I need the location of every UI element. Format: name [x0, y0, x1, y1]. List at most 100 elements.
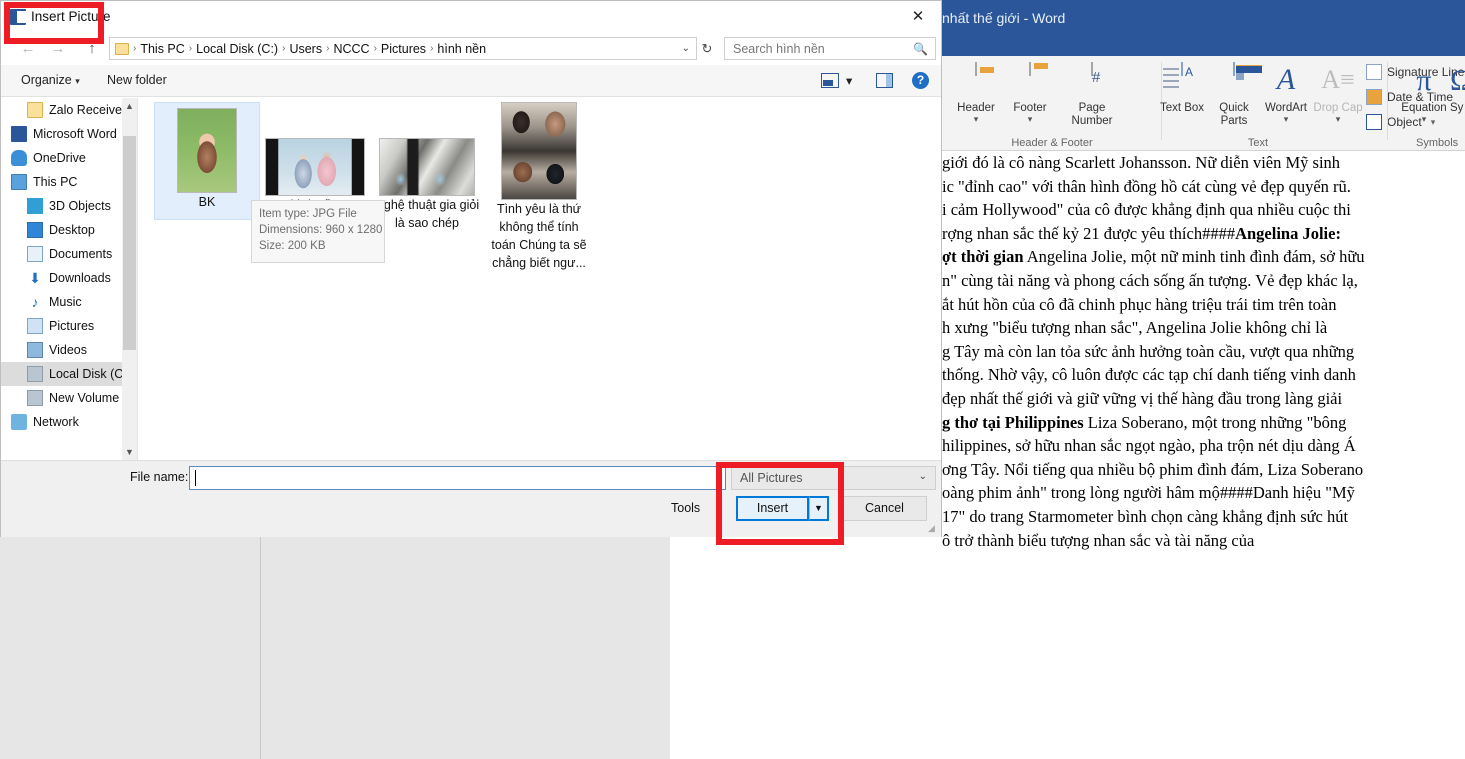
- chevron-down-icon[interactable]: ▾: [846, 73, 852, 88]
- sidebar-item-microsoft-word[interactable]: Microsoft Word: [1, 122, 137, 146]
- chevron-down-icon[interactable]: ▾: [1396, 115, 1452, 124]
- insert-button-highlight: [716, 462, 844, 545]
- file-item-tinh-yeu[interactable]: Tình yêu là thứ không thể tính toán Chún…: [486, 102, 592, 272]
- ribbon-button-wordart[interactable]: A WordArt ▾: [1260, 61, 1312, 124]
- sidebar-item-videos[interactable]: Videos: [1, 338, 137, 362]
- file-item-nghe-thuat-gia[interactable]: Nghệ thuật gia giỏi là sao chép: [374, 138, 480, 232]
- header-icon: [950, 62, 1002, 99]
- scroll-up-icon[interactable]: ▲: [122, 98, 137, 114]
- navigation-pane-scrollbar[interactable]: ▲ ▼: [122, 98, 137, 460]
- sidebar-item-label: Videos: [49, 343, 87, 357]
- scroll-down-icon[interactable]: ▼: [122, 444, 137, 460]
- doc-line: đẹp nhất thế giới và giữ vững vị thế hàn…: [942, 388, 1343, 408]
- equation-icon: π: [1416, 64, 1432, 97]
- file-item-bk[interactable]: BK: [154, 102, 260, 220]
- file-name: Nghệ thuật gia giỏi là sao chép: [374, 198, 480, 230]
- close-icon[interactable]: ✕: [895, 1, 941, 32]
- organize-button[interactable]: Organize ▾: [21, 73, 80, 87]
- sidebar-item-this-pc[interactable]: This PC: [1, 170, 137, 194]
- chevron-down-icon[interactable]: ▾: [1260, 115, 1312, 124]
- breadcrumb-item-local-disk[interactable]: Local Disk (C:): [193, 42, 281, 56]
- word-page-area: [0, 527, 670, 759]
- chevron-down-icon[interactable]: ⌄: [682, 43, 690, 54]
- doc-line: rợng nhan sắc thế kỷ 21 được yêu thích##…: [942, 223, 1341, 243]
- cancel-button[interactable]: Cancel: [842, 496, 927, 521]
- ribbon-button-drop-cap[interactable]: A≡ Drop Cap ▾: [1312, 61, 1364, 124]
- help-icon[interactable]: ?: [912, 72, 929, 89]
- dialog-title-bar: Insert Picture ✕: [1, 1, 941, 32]
- organize-label: Organize: [21, 73, 72, 87]
- doc-line: hilippines, sở hữu nhan sắc ngọt ngào, p…: [942, 436, 1356, 456]
- sidebar-item-network[interactable]: Network: [1, 410, 137, 434]
- sidebar-item-desktop[interactable]: Desktop: [1, 218, 137, 242]
- sidebar-item-pictures[interactable]: Pictures: [1, 314, 137, 338]
- sidebar-item-new-volume[interactable]: New Volume: [1, 386, 137, 410]
- ribbon-button-symbol-label: Sy: [1450, 102, 1464, 114]
- signature-line-icon: [1366, 64, 1382, 80]
- sidebar-item-label: This PC: [33, 175, 78, 189]
- chevron-down-icon[interactable]: ▾: [950, 115, 1002, 124]
- resize-grip[interactable]: ◢: [928, 523, 938, 533]
- file-name-label: File name:: [130, 470, 189, 484]
- breadcrumb-item-hinh-nen[interactable]: hình nền: [434, 42, 489, 56]
- breadcrumb-item-nccc[interactable]: NCCC: [330, 42, 372, 56]
- ribbon-button-footer[interactable]: Footer ▾: [1004, 61, 1056, 124]
- chevron-down-icon[interactable]: ▾: [1312, 115, 1364, 124]
- doc-line: 17" do trang Starmometer bình chọn càng …: [942, 506, 1349, 526]
- doc-line: ô trở thành biểu tượng nhan sắc và tài n…: [942, 530, 1255, 550]
- breadcrumb-item-this-pc[interactable]: This PC: [137, 42, 187, 56]
- refresh-icon[interactable]: ↻: [698, 39, 716, 58]
- file-list[interactable]: BK hình nền Nghệ thuật gia giỏi là sao c…: [138, 98, 941, 460]
- drop-cap-icon: A≡: [1321, 65, 1355, 94]
- sidebar-item-downloads[interactable]: ⬇ Downloads: [1, 266, 137, 290]
- ribbon-group-symbols: π Equation ▾ Ω Sy Symbols: [1396, 56, 1465, 151]
- quick-parts-icon: [1208, 62, 1262, 99]
- 3d-objects-icon: [27, 198, 43, 214]
- ribbon-button-quick-parts[interactable]: Quick Parts: [1208, 61, 1262, 128]
- documents-icon: [27, 246, 43, 262]
- doc-line: h xưng "biểu tượng nhan sắc", Angelina J…: [942, 318, 1328, 338]
- sidebar-item-label: Downloads: [49, 271, 111, 285]
- new-folder-button[interactable]: New folder: [107, 73, 167, 87]
- ribbon-button-equation[interactable]: π Equation ▾: [1396, 61, 1452, 124]
- doc-line: n" cùng tài năng và phong cách sống ấn t…: [942, 270, 1358, 290]
- ribbon-button-symbol[interactable]: Ω Sy: [1450, 61, 1465, 115]
- word-icon: [11, 126, 27, 142]
- ribbon-group-text: A Text Box Quick Parts A WordArt ▾ A≡ Dr…: [1098, 56, 1464, 151]
- sidebar-item-3d-objects[interactable]: 3D Objects: [1, 194, 137, 218]
- dialog-command-bar: Organize ▾ New folder ▾ ?: [1, 65, 941, 97]
- file-name-input[interactable]: ▾: [189, 466, 726, 490]
- search-input[interactable]: Search hình nền 🔍: [724, 37, 936, 60]
- page-column-divider: [260, 527, 261, 759]
- sidebar-item-documents[interactable]: Documents: [1, 242, 137, 266]
- scrollbar-thumb[interactable]: [123, 136, 136, 350]
- ribbon-button-text-box-label: Text Box: [1159, 102, 1205, 114]
- wordart-icon: A: [1276, 63, 1296, 96]
- sidebar-item-zalo-received[interactable]: Zalo Received: [1, 98, 137, 122]
- sidebar-item-label: Microsoft Word: [33, 127, 117, 141]
- network-icon: [11, 414, 27, 430]
- sidebar-item-music[interactable]: ♪ Music: [1, 290, 137, 314]
- folder-icon: [115, 42, 129, 55]
- sidebar-item-onedrive[interactable]: OneDrive: [1, 146, 137, 170]
- breadcrumb-item-pictures[interactable]: Pictures: [378, 42, 429, 56]
- sidebar-item-local-disk-c[interactable]: Local Disk (C:): [1, 362, 137, 386]
- word-document-body[interactable]: giới đó là cô nàng Scarlett Johansson. N…: [940, 151, 1465, 759]
- sidebar-item-label: 3D Objects: [49, 199, 111, 213]
- breadcrumb-item-users[interactable]: Users: [286, 42, 325, 56]
- sidebar-item-label: Zalo Received: [49, 103, 129, 117]
- sidebar-item-label: Network: [33, 415, 79, 429]
- ribbon-button-text-box[interactable]: A Text Box: [1156, 61, 1208, 115]
- desktop-icon: [27, 222, 43, 238]
- pc-icon: [11, 174, 27, 190]
- address-bar[interactable]: › This PC › Local Disk (C:) › Users › NC…: [109, 37, 697, 60]
- preview-pane-icon[interactable]: [876, 73, 893, 88]
- doc-line: giới đó là cô nàng Scarlett Johansson. N…: [942, 153, 1341, 172]
- view-layout-icon[interactable]: [821, 73, 839, 88]
- tools-button[interactable]: Tools: [671, 501, 700, 515]
- chevron-down-icon: ⌄: [918, 471, 927, 482]
- chevron-down-icon[interactable]: ▾: [1004, 115, 1056, 124]
- downloads-icon: ⬇: [29, 270, 41, 286]
- folder-icon: [27, 102, 43, 118]
- ribbon-button-header[interactable]: Header ▾: [950, 61, 1002, 124]
